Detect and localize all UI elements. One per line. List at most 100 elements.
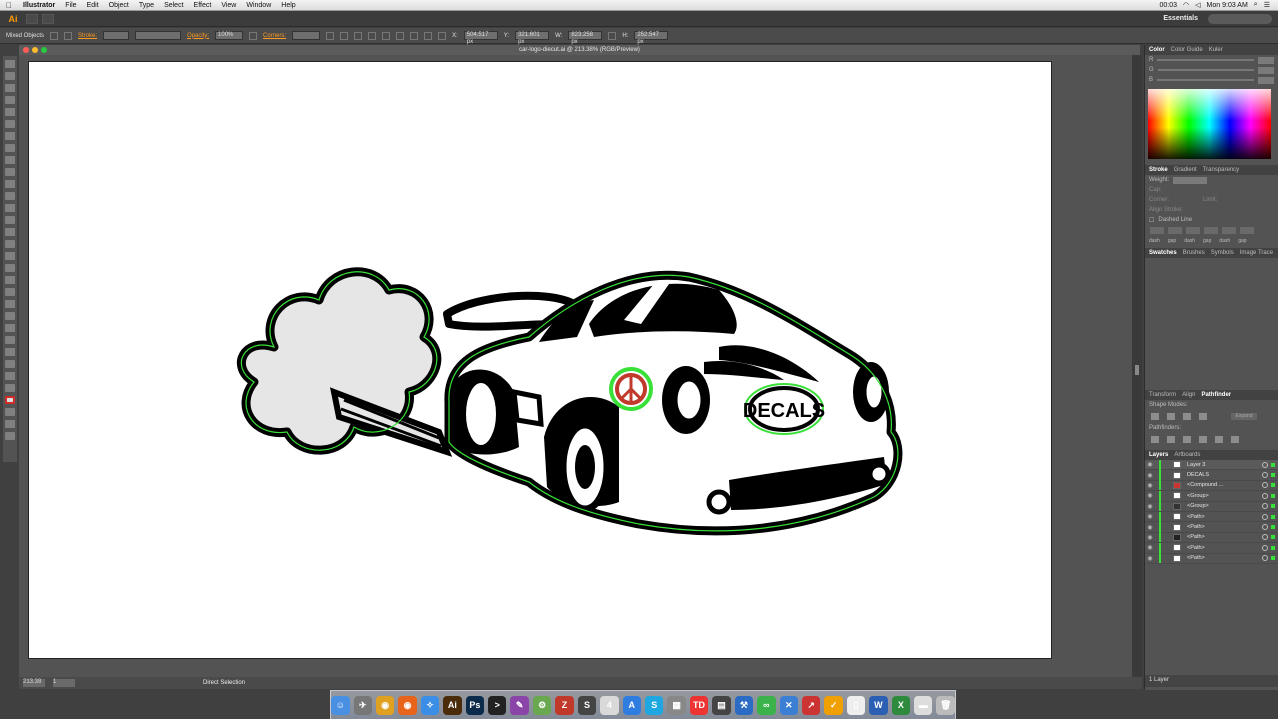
dock-pen-icon[interactable]: ✎: [510, 695, 529, 715]
dock-monitor-icon[interactable]: ↗: [801, 695, 821, 715]
tab-swatches[interactable]: Swatches: [1149, 250, 1177, 256]
menu-window[interactable]: Window: [241, 2, 276, 9]
crop-icon[interactable]: [1199, 436, 1207, 443]
layer-row[interactable]: ◉ <Path>: [1145, 532, 1278, 544]
menu-file[interactable]: File: [60, 2, 81, 9]
selection-indicator[interactable]: [1271, 462, 1275, 467]
menu-edit[interactable]: Edit: [82, 2, 104, 9]
free-transform-tool-icon[interactable]: [5, 240, 15, 248]
layer-name[interactable]: <Group>: [1187, 503, 1262, 509]
arrange-documents-button[interactable]: [42, 13, 54, 24]
current-tool-status[interactable]: Direct Selection: [203, 680, 245, 686]
close-window-icon[interactable]: [23, 47, 29, 53]
mesh-tool-icon[interactable]: [5, 276, 15, 284]
align-to-icon[interactable]: [326, 31, 335, 40]
layer-name[interactable]: <Path>: [1187, 534, 1262, 540]
zoom-window-icon[interactable]: [41, 47, 47, 53]
layer-row[interactable]: ◉ <Group>: [1145, 490, 1278, 502]
w-field[interactable]: 823.258 px: [568, 31, 603, 45]
scale-tool-icon[interactable]: [5, 216, 15, 224]
layer-name[interactable]: <Path>: [1187, 545, 1262, 551]
dock-document-icon[interactable]: ▯: [846, 695, 866, 715]
tab-layers[interactable]: Layers: [1149, 452, 1168, 458]
apple-icon[interactable]: : [0, 1, 18, 10]
channel-b-field[interactable]: [1258, 76, 1274, 84]
blob-brush-tool-icon[interactable]: [5, 180, 15, 188]
expand-button[interactable]: Expand: [1231, 413, 1257, 420]
dock-clapper-icon[interactable]: ▤: [712, 695, 731, 715]
tab-transparency[interactable]: Transparency: [1203, 167, 1239, 173]
align-right-icon[interactable]: [368, 31, 377, 40]
tab-transform[interactable]: Transform: [1149, 392, 1176, 398]
tab-image-trace[interactable]: Image Trace: [1240, 250, 1273, 256]
layer-row[interactable]: ◉ <Path>: [1145, 522, 1278, 533]
dock-xcode-icon[interactable]: ⚒: [734, 695, 754, 715]
layer-name[interactable]: <Compound ...: [1187, 482, 1262, 488]
dash-field-2[interactable]: [1186, 227, 1200, 234]
menu-select[interactable]: Select: [159, 2, 188, 9]
dock-finder-icon[interactable]: ☺: [331, 695, 350, 715]
pencil-tool-icon[interactable]: [5, 168, 15, 176]
fill-swatch[interactable]: [50, 31, 59, 40]
dock-illustrator-icon[interactable]: Ai: [443, 695, 462, 715]
align-middle-icon[interactable]: [396, 31, 405, 40]
tab-gradient[interactable]: Gradient: [1174, 167, 1197, 173]
menu-help[interactable]: Help: [276, 2, 300, 9]
tab-artboards[interactable]: Artboards: [1174, 452, 1200, 458]
visibility-eye-icon[interactable]: ◉: [1145, 555, 1155, 562]
dock-terminal-icon[interactable]: >: [488, 695, 507, 715]
selection-indicator[interactable]: [1271, 525, 1275, 530]
rotate-tool-icon[interactable]: [5, 204, 15, 212]
zoom-field[interactable]: 213.38: [23, 679, 45, 687]
dock-skype-icon[interactable]: S: [645, 695, 664, 715]
swatches-area[interactable]: [1145, 258, 1278, 390]
shape-builder-tool-icon[interactable]: [5, 252, 15, 260]
align-left-icon[interactable]: [340, 31, 349, 40]
dock-word-icon[interactable]: W: [869, 695, 888, 715]
layer-row[interactable]: ◉ <Compound ...: [1145, 480, 1278, 492]
target-icon[interactable]: [1262, 461, 1268, 468]
minus-front-icon[interactable]: [1167, 413, 1175, 420]
direct-selection-tool-icon[interactable]: [5, 72, 15, 80]
align-center-icon[interactable]: [354, 31, 363, 40]
artboard[interactable]: DECALS: [28, 61, 1052, 659]
stroke-swatch[interactable]: [64, 31, 73, 40]
zoom-tool-icon[interactable]: [5, 384, 15, 392]
visibility-eye-icon[interactable]: ◉: [1145, 472, 1155, 479]
eraser-tool-icon[interactable]: [5, 192, 15, 200]
dock-calculator-icon[interactable]: ▦: [667, 695, 686, 715]
selection-indicator[interactable]: [1271, 545, 1275, 550]
vertical-scrollbar[interactable]: [1132, 55, 1142, 677]
target-icon[interactable]: [1262, 544, 1268, 551]
battery-status[interactable]: 00:03: [1160, 2, 1178, 9]
dock-link-icon[interactable]: ∞: [757, 695, 776, 715]
menu-type[interactable]: Type: [134, 2, 159, 9]
intersect-icon[interactable]: [1183, 413, 1191, 420]
selection-indicator[interactable]: [1271, 514, 1275, 519]
selection-tool-icon[interactable]: [5, 60, 15, 68]
perspective-grid-tool-icon[interactable]: [5, 264, 15, 272]
type-tool-icon[interactable]: [5, 120, 15, 128]
selection-indicator[interactable]: [1271, 556, 1275, 561]
layer-row[interactable]: ◉ Layer 3: [1145, 459, 1278, 471]
target-icon[interactable]: [1262, 482, 1268, 489]
dock-scripts-icon[interactable]: S: [577, 695, 597, 715]
dock-xcode-tools-icon[interactable]: ✕: [779, 695, 798, 715]
dock-launchpad-icon[interactable]: ✈: [353, 695, 372, 715]
column-graph-tool-icon[interactable]: [5, 336, 15, 344]
dock-calendar-icon[interactable]: 4: [600, 695, 619, 715]
magic-wand-tool-icon[interactable]: [5, 84, 15, 92]
spotlight-icon[interactable]: ⌕: [1254, 1, 1258, 9]
stroke-label[interactable]: Stroke:: [78, 33, 97, 39]
gap-field-3[interactable]: [1240, 227, 1254, 234]
weight-field[interactable]: [1173, 176, 1208, 184]
gradient-tool-icon[interactable]: [5, 288, 15, 296]
layer-row[interactable]: ◉ <Path>: [1145, 542, 1278, 554]
minimize-window-icon[interactable]: [32, 47, 38, 53]
target-icon[interactable]: [1262, 534, 1268, 541]
layer-row[interactable]: ◉ <Path>: [1145, 511, 1278, 523]
artboard-navigator[interactable]: 1: [53, 679, 75, 687]
eyedropper-tool-icon[interactable]: [5, 300, 15, 308]
rectangle-tool-icon[interactable]: [5, 144, 15, 152]
target-icon[interactable]: [1262, 555, 1268, 562]
